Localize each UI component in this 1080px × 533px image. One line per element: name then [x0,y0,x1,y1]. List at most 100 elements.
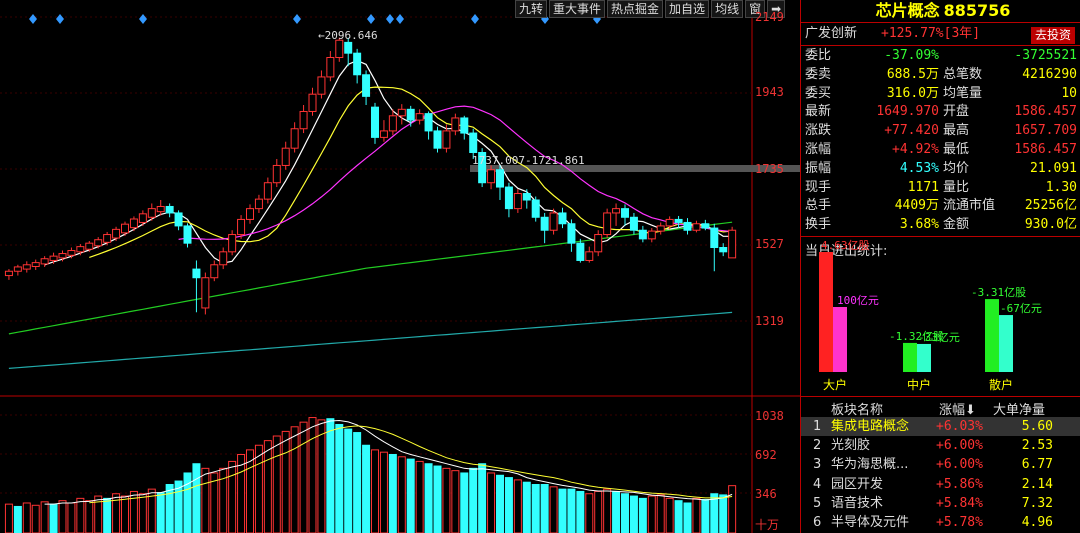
quote-value: +77.420 [884,123,939,139]
quote-value: -37.09% [884,48,939,63]
row-index: 6 [813,515,822,530]
volume-bar [201,467,210,533]
range-annotation: 1737.007-1721.861 [472,154,585,167]
col-name-header[interactable]: 板块名称 [831,399,883,418]
event-marker-icon [56,14,64,24]
volume-bar [254,444,263,533]
row-index: 5 [813,495,822,511]
table-row[interactable]: 2 光刻胶 +6.00% 2.53 [801,436,1080,455]
table-row[interactable]: 6 半导体及元件 +5.78% 4.96 [801,513,1080,532]
volume-bar [558,488,567,533]
flow-bar-amount [833,307,847,372]
row-net-volume: 5.60 [1021,419,1053,434]
candle-up [237,218,246,236]
volume-bar [138,493,147,533]
table-row[interactable]: 4 园区开发 +5.86% 2.14 [801,475,1080,494]
candle-up [31,262,40,268]
quote-label: 委比 [805,48,832,63]
price-tick: 2149 [755,10,784,24]
divider [801,45,1080,46]
volume-bar [442,467,451,533]
row-change: +6.00% [936,457,983,473]
candle-up [728,229,737,259]
quote-value: 4216290 [1022,66,1077,82]
candle-up [201,277,210,309]
major-events-button[interactable]: 重大事件 [549,0,606,18]
quote-label: 总笔数 [943,66,983,82]
volume-bar [58,500,67,533]
row-change: +5.86% [936,476,983,492]
volume-bar [272,435,281,533]
volume-tick: 1038 [755,409,784,423]
flow-bar-volume [819,252,833,372]
volume-bar [424,463,433,533]
chart-toolbar: 九转 重大事件 热点掘金 加自选 均线 窗 ➡ [515,0,787,18]
volume-bar [67,502,76,533]
go-invest-button[interactable]: 去投资 [1030,27,1075,44]
candle-up [85,242,94,250]
volume-bar [487,472,496,533]
hot-topics-button[interactable]: 热点掘金 [607,0,664,18]
table-row[interactable]: 1 集成电路概念 +6.03% 5.60 [801,417,1080,436]
volume-bar [22,502,31,533]
candle-down [638,229,647,240]
quote-value: 25256亿 [1024,198,1077,214]
sector-title: 芯片概念 885756 [801,0,1080,22]
candle-up [451,117,460,132]
volume-bar [281,430,290,533]
volume-bar [612,490,621,533]
row-net-volume: 7.32 [1021,495,1053,511]
candle-down [165,205,174,214]
volume-bar [496,474,504,533]
candle-up [656,225,665,232]
candle-up [40,258,49,265]
volume-bar [13,505,22,533]
volume-bar [594,490,603,533]
candle-down [701,223,710,229]
candle-up [4,270,13,277]
kline-chart-area[interactable]: ←2096.646 1737.007-1721.861 九转 重大事件 热点掘金 … [0,0,800,533]
broker-row: 广发创新 +125.77%[3年] 去投资 [803,25,1079,44]
candle-down [558,212,567,225]
candle-up [246,208,254,220]
candle-up [76,246,85,253]
volume-bar [451,470,460,533]
candle-up [129,218,138,229]
candle-up [513,193,522,210]
kline-chart[interactable]: ←2096.646 1737.007-1721.861 [0,0,800,533]
candle-up [13,266,22,272]
volume-bar [576,490,585,533]
moving-average-button[interactable]: 均线 [711,0,744,18]
candle-up [219,251,228,266]
quote-row: 现手 1171 量比 1.30 [803,179,1079,197]
quote-label: 开盘 [943,104,970,120]
volume-tick: 346 [755,487,777,501]
candle-up [138,213,147,223]
table-row[interactable]: 3 华为海思概... +6.00% 6.77 [801,455,1080,474]
sector-code: 885756 [943,1,1011,20]
quote-row: 换手 3.68% 金额 930.0亿 [803,216,1079,234]
table-row[interactable]: 5 语音技术 +5.84% 7.32 [801,494,1080,513]
col-net-header[interactable]: 大单净量 [993,399,1045,418]
candle-up [254,198,263,210]
nine-turn-button[interactable]: 九转 [515,0,548,18]
volume-bar [263,440,272,533]
volume-bar [504,477,513,533]
quote-panel: 芯片概念 885756 广发创新 +125.77%[3年] 去投资 委比 -37.0… [800,0,1080,533]
candle-up [121,223,129,234]
volume-bar [415,460,424,533]
quote-value: 4409万 [894,198,939,214]
candle-up [692,223,701,231]
add-watchlist-button[interactable]: 加自选 [665,0,710,18]
quote-value: 1649.970 [876,104,939,120]
row-index: 2 [813,438,822,454]
flow-bar-amount [917,343,931,372]
volume-bar [549,486,558,533]
candle-up [647,230,656,240]
candle-down [531,199,540,218]
quote-value: 316.0万 [886,85,939,101]
candle-up [442,130,451,149]
volume-bar [290,426,299,533]
quote-label: 均笔量 [943,85,983,101]
col-change-header[interactable]: 涨幅⬇ [939,399,976,418]
